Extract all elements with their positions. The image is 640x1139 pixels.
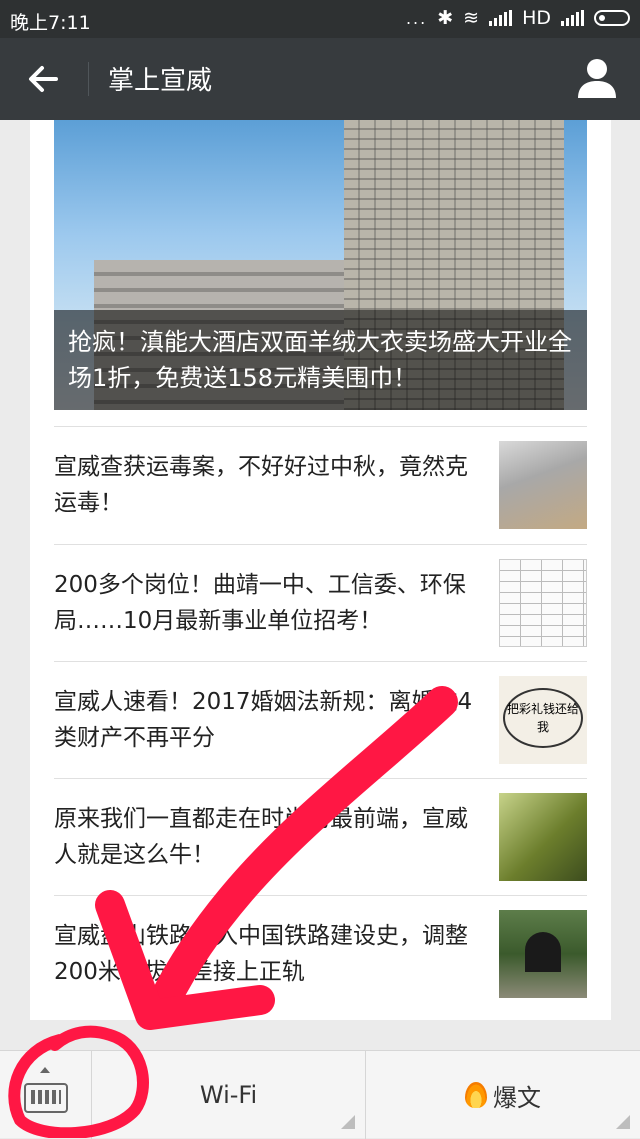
list-item-thumbnail [499,559,587,647]
more-dots-icon: ... [405,8,428,28]
submenu-corner-icon [616,1115,630,1129]
signal-icon-2 [561,10,584,26]
flame-icon [465,1082,487,1108]
list-item-thumbnail [499,910,587,998]
status-bar: 晚上7:11 ... ✱ ≋ HD [0,0,640,38]
bluetooth-icon: ✱ [437,7,454,29]
hero-article[interactable]: 抢疯！滇能大酒店双面羊绒大衣卖场盛大开业全场1折，免费送158元精美围巾！ [54,120,587,410]
battery-icon [594,10,630,26]
list-item-thumbnail [499,441,587,529]
list-item-title: 宣威盘山铁路载入中国铁路建设史，调整200米海拔落差接上正轨 [54,923,468,985]
list-item[interactable]: 宣威盘山铁路载入中国铁路建设史，调整200米海拔落差接上正轨 [54,895,587,1014]
header-divider [88,62,89,96]
page-title: 掌上宣威 [108,66,213,96]
caret-up-icon [40,1067,50,1073]
list-item[interactable]: 宣威查获运毒案，不好好过中秋，竟然克运毒！ [54,426,587,545]
menu-hot-button[interactable]: 爆文 [366,1051,640,1139]
list-item[interactable]: 宣威人速看！2017婚姻法新规：离婚这4类财产不再平分 把彩礼钱还给我 [54,661,587,780]
thumbnail-speech-bubble: 把彩礼钱还给我 [503,688,583,748]
app-header: 掌上宣威 [0,38,640,120]
status-icons: ... ✱ ≋ HD [406,7,630,29]
menu-wifi-button[interactable]: Wi-Fi [92,1051,366,1139]
hero-caption: 抢疯！滇能大酒店双面羊绒大衣卖场盛大开业全场1折，免费送158元精美围巾！ [54,310,587,410]
menu-wifi-label: Wi-Fi [199,1081,258,1109]
signal-icon [489,10,513,26]
keyboard-icon [24,1083,68,1113]
list-item-thumbnail [499,793,587,881]
list-item-title: 原来我们一直都走在时尚的最前端，宣威人就是这么牛！ [54,806,468,868]
list-item-title: 宣威人速看！2017婚姻法新规：离婚这4类财产不再平分 [54,689,473,751]
keyboard-toggle-button[interactable] [0,1051,92,1139]
arrow-left-icon[interactable] [22,58,64,100]
list-item-thumbnail: 把彩礼钱还给我 [499,676,587,764]
status-time: 晚上7:11 [10,12,91,34]
submenu-corner-icon [341,1115,355,1129]
bottom-menu-bar: Wi-Fi 爆文 [0,1050,640,1139]
person-icon[interactable] [576,56,618,100]
list-item-title: 宣威查获运毒案，不好好过中秋，竟然克运毒！ [54,454,468,516]
menu-hot-label: 爆文 [493,1083,541,1112]
list-item[interactable]: 200多个岗位！曲靖一中、工信委、环保局……10月最新事业单位招考！ [54,544,587,663]
wifi-icon: ≋ [463,7,480,29]
network-type: HD [522,7,551,29]
list-item-title: 200多个岗位！曲靖一中、工信委、环保局……10月最新事业单位招考！ [54,572,466,634]
list-item[interactable]: 原来我们一直都走在时尚的最前端，宣威人就是这么牛！ [54,778,587,897]
article-list-card: 抢疯！滇能大酒店双面羊绒大衣卖场盛大开业全场1折，免费送158元精美围巾！ 宣威… [30,120,611,1020]
